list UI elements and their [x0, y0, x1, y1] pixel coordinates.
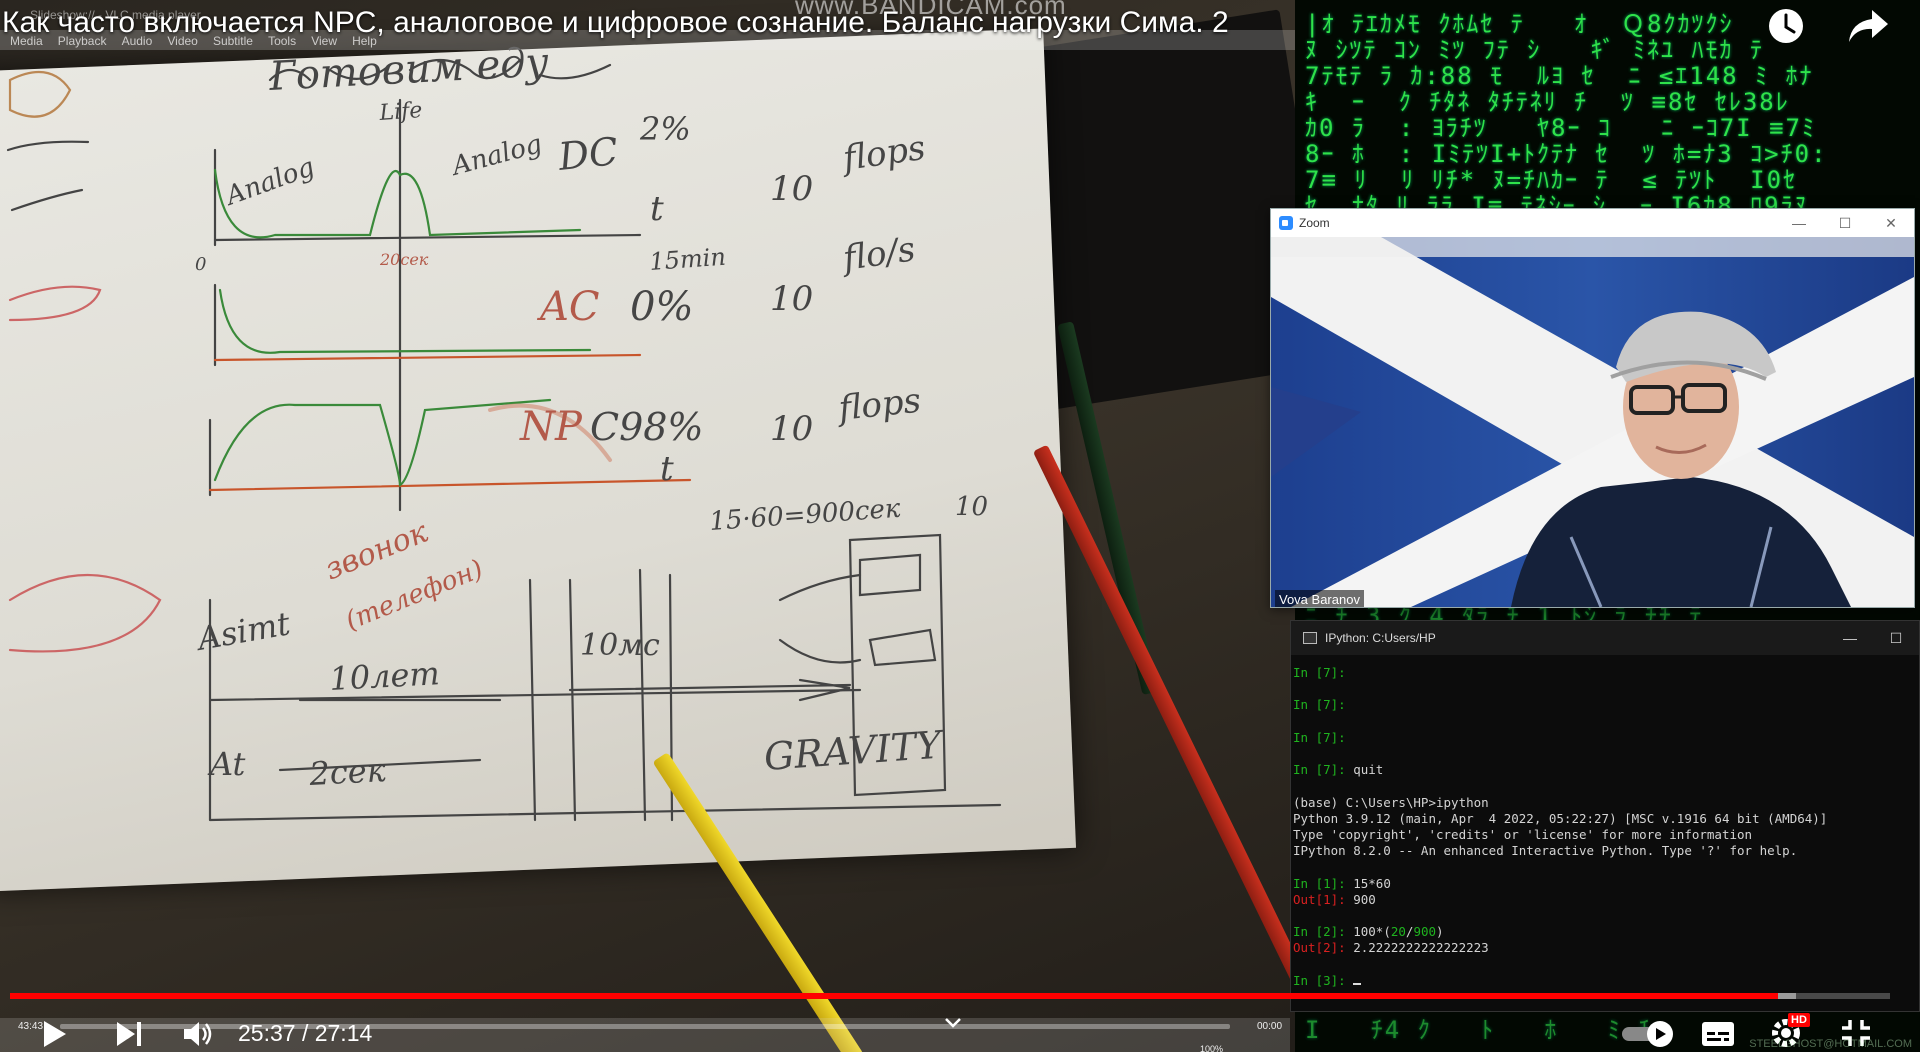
maximize-icon[interactable]: ☐ [1873, 630, 1919, 647]
svg-text:At: At [207, 745, 246, 783]
svg-text:t: t [660, 449, 674, 489]
terminal-title-bar[interactable]: IPython: C:Users/HP — ☐ [1291, 621, 1919, 655]
terminal-window-controls: — ☐ [1827, 630, 1919, 647]
zoom-window[interactable]: Zoom — ☐ ✕ Vova Baranov [1270, 208, 1915, 608]
share-arrow-icon [1849, 10, 1888, 42]
participant-video-frame [1271, 237, 1914, 607]
svg-text:10: 10 [955, 492, 988, 522]
ipython-terminal-window[interactable]: IPython: C:Users/HP — ☐ In [7]: In [7]: … [1290, 620, 1920, 1012]
video-title: Как часто включается NPC, аналоговое и ц… [2, 6, 1229, 39]
svg-text:2сек: 2сек [307, 751, 387, 793]
svg-text:t: t [650, 189, 664, 229]
svg-text:10: 10 [770, 409, 813, 449]
svg-text:Analog: Analog [220, 152, 318, 212]
svg-text:flops: flops [834, 381, 923, 430]
skip-next-icon [117, 1022, 141, 1046]
svg-text:DC: DC [555, 129, 620, 179]
volume-icon [184, 1022, 212, 1046]
terminal-window-title: IPython: C:Users/HP [1325, 631, 1436, 645]
minimize-icon[interactable]: — [1776, 215, 1822, 232]
zoom-logo-icon [1279, 216, 1293, 230]
svg-text:10: 10 [770, 279, 813, 319]
svg-text:15·60=900сек: 15·60=900сек [708, 494, 901, 537]
terminal-icon [1303, 632, 1317, 644]
svg-text:0: 0 [195, 254, 206, 275]
svg-text:Life: Life [378, 98, 423, 126]
svg-text:flops: flops [838, 128, 928, 179]
share-button[interactable] [1846, 6, 1890, 50]
watch-later-button[interactable] [1766, 6, 1806, 50]
svg-text:2%: 2% [639, 110, 691, 148]
subtitles-icon [1702, 1022, 1734, 1046]
hd-badge: HD [1788, 1013, 1810, 1027]
maximize-icon[interactable]: ☐ [1822, 215, 1868, 232]
next-button[interactable] [115, 1020, 145, 1052]
email-watermark: STEELGHOST@HOTMAIL.COM [1749, 1038, 1912, 1050]
captions-button[interactable] [1700, 1020, 1736, 1052]
zoom-window-controls: — ☐ ✕ [1776, 215, 1914, 232]
played-bar [10, 993, 1778, 999]
svg-text:звонок: звонок [320, 515, 433, 588]
text-cursor [1353, 982, 1362, 985]
svg-text:GRAVITY: GRAVITY [763, 722, 947, 779]
svg-text:10мс: 10мс [580, 628, 660, 663]
participant-name: Vova Baranov [1275, 590, 1364, 607]
autoplay-icon [1622, 1021, 1673, 1047]
time-display: 25:37 / 27:14 [238, 1020, 373, 1046]
chapter-chevron[interactable] [944, 1015, 962, 1034]
chevron-down-icon [945, 1018, 961, 1028]
svg-text:15min: 15min [648, 243, 726, 276]
close-icon[interactable]: ✕ [1868, 215, 1914, 232]
play-button[interactable] [38, 1018, 70, 1052]
play-icon [44, 1021, 66, 1047]
svg-text:10лет: 10лет [328, 654, 440, 698]
handwritten-sketch: Готовим еду Life Analog Analog DC 2% t 1… [6, 39, 1002, 822]
svg-text:Analog: Analog [447, 129, 545, 182]
minimize-icon[interactable]: — [1827, 630, 1873, 647]
svg-text:0%: 0% [630, 284, 693, 330]
svg-text:C98%: C98% [590, 405, 704, 449]
svg-text:Asimt: Asimt [192, 604, 293, 658]
screen: |ｵ ﾃｴｶﾒﾓ ｸﾎﾑｾ ﾃ ｵ Ｑ8ｸｶﾂｸｼ ﾇ ｼﾂﾃ ｺﾝ ﾐﾂ ﾌﾃ… [0, 0, 1920, 1052]
svg-text:NP: NP [519, 404, 583, 450]
svg-text:flo/s: flo/s [838, 229, 918, 279]
clock-icon [1769, 9, 1803, 43]
video-progress-bar[interactable] [10, 993, 1890, 999]
terminal-output[interactable]: In [7]: In [7]: In [7]: In [7]: quit (ba… [1291, 655, 1919, 989]
video-frame[interactable]: Готовим еду Life Analog Analog DC 2% t 1… [0, 0, 1295, 1052]
zoom-title-bar[interactable]: Zoom — ☐ ✕ [1271, 209, 1914, 237]
mute-button[interactable] [182, 1019, 216, 1052]
zoom-window-title: Zoom [1299, 216, 1330, 230]
svg-text:AC: AC [536, 284, 600, 330]
svg-text:20сек: 20сек [379, 250, 429, 269]
zoom-participant-video: Vova Baranov [1271, 237, 1914, 607]
top-right-actions [1766, 6, 1890, 50]
svg-text:10: 10 [770, 169, 813, 209]
autoplay-toggle[interactable] [1620, 1018, 1678, 1052]
